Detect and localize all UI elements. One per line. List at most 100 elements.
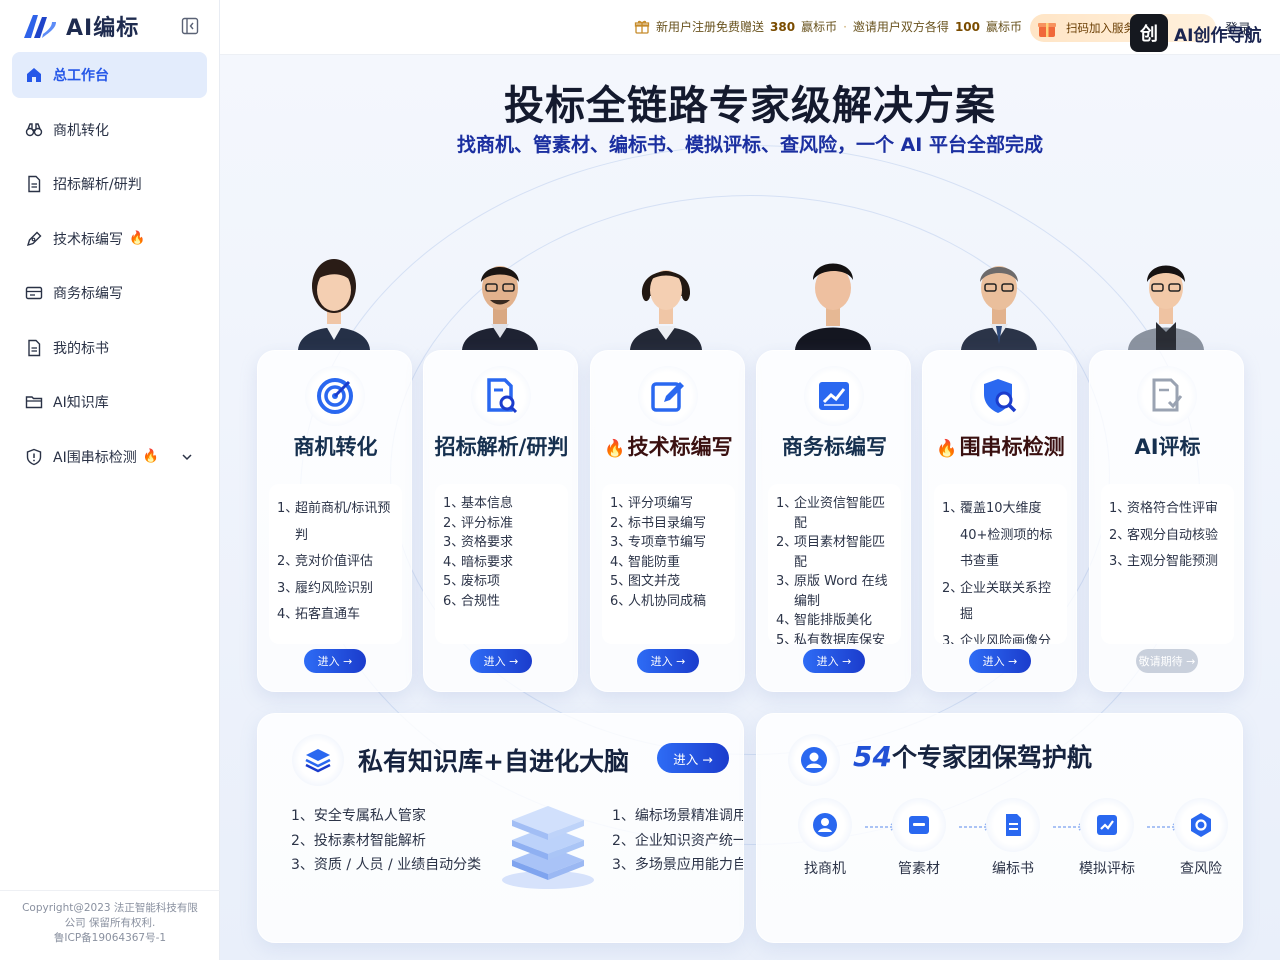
expert-team-title: 54个专家团保驾护航 [853, 740, 1092, 773]
brand[interactable]: AI编标 [22, 10, 139, 42]
sidebar-item-label: 招标解析/研判 [53, 177, 142, 193]
copyright: Copyright@2023 法正智能科技有限 公司 保留所有权利. 鲁ICP备… [0, 890, 220, 946]
ai-nav-overlay[interactable]: 创 AI创作导航 [1130, 14, 1261, 52]
feature-card-collusion-detection[interactable]: 🔥围串标检测 1、 覆盖10大维度40+检测项的标书查重 2、 企业关联关系控掘 3… [922, 350, 1077, 692]
feature-card-tender-analysis[interactable]: 招标解析/研判 1、 基本信息 2、 评分标准 3、 资格要求 4、 暗标要求 5、 废标… [423, 350, 578, 692]
card-feature-list: 1、 超前商机/标讯预判 2、 竞对价值评估 3、 履约风险识别 4、 拓客直通车 [269, 484, 402, 644]
brand-name: AI编标 [66, 16, 140, 41]
card-feature-list: 1、 基本信息 2、 评分标准 3、 资格要求 4、 暗标要求 5、 废标项 6、 合规性 [435, 484, 568, 644]
knowledge-right-list: 1、编标场景精准调用 2、企业知识资产统一 3、多场景应用能力自 [612, 808, 744, 873]
sidebar: AI编标 总工作台 商机转化 招标解析/研判 技术标编写 🔥 商务标编写 我的标… [0, 0, 220, 960]
doc-search-icon [471, 366, 531, 426]
card-enter-button[interactable]: 进入 → [304, 649, 366, 673]
knowledge-base-title: 私有知识库+自进化大脑 [358, 747, 629, 776]
knowledge-left-list: 1、安全专属私人管家 2、投标素材智能解析 3、资质 / 人员 / 业绩自动分类 [291, 808, 482, 873]
mail-icon [25, 286, 43, 300]
feature-card-opportunity[interactable]: 商机转化 1、 超前商机/标讯预判 2、 竞对价值评估 3、 履约风险识别 4、 拓客直… [257, 350, 412, 692]
sidebar-item-opportunity[interactable]: 商机转化 [12, 107, 207, 153]
sidebar-item-knowledge-base[interactable]: AI知识库 [12, 379, 207, 425]
home-icon [27, 68, 41, 82]
step-simulate-evaluation[interactable]: 模拟评标 [1067, 798, 1147, 878]
feature-card-ai-evaluation[interactable]: AI评标 1、 资格符合性评审 2、 客观分自动核验 3、 主观分智能预测 敬请期待 … [1089, 350, 1244, 692]
sidebar-item-label: AI知识库 [53, 395, 109, 411]
expert-avatar [610, 240, 722, 350]
binoculars-icon [25, 122, 43, 136]
ai-nav-logo-icon: 创 [1130, 14, 1168, 52]
sidebar-item-tender-analysis[interactable]: 招标解析/研判 [12, 161, 207, 207]
card-enter-button[interactable]: 进入 → [803, 649, 865, 673]
card-enter-button[interactable]: 进入 → [969, 649, 1031, 673]
sidebar-item-business-bid[interactable]: 商务标编写 [12, 270, 207, 316]
sidebar-item-label: AI围串标检测 [53, 449, 137, 466]
folder-icon [25, 396, 43, 409]
card-feature-list: 1、 评分项编写 2、 标书目录编写 3、 专项章节编写 4、 智能防重 5、 图文并茂 … [602, 484, 735, 644]
card-title: 🔥围串标检测 [936, 435, 1065, 459]
document-icon [28, 175, 41, 193]
card-title: 商机转化 [293, 435, 378, 459]
doc-check-icon [1137, 366, 1197, 426]
card-title: AI评标 [1134, 435, 1201, 459]
database-stack-illustration [502, 806, 594, 889]
card-title: 🔥技术标编写 [604, 435, 733, 459]
sidebar-collapse-icon[interactable] [181, 17, 199, 35]
hot-flame-icon: 🔥 [936, 439, 958, 459]
pen-icon [26, 231, 42, 246]
sidebar-item-technical-bid[interactable]: 技术标编写 🔥 [12, 216, 207, 262]
layers-icon [292, 734, 344, 786]
sidebar-item-my-bids[interactable]: 我的标书 [12, 325, 207, 371]
main-content: 投标全链路专家级解决方案 找商机、管素材、编标书、模拟评标、查风险，一个 AI … [220, 55, 1280, 960]
sidebar-item-dashboard[interactable]: 总工作台 [12, 52, 207, 98]
chevron-down-icon[interactable] [181, 451, 193, 463]
knowledge-base-enter-button[interactable]: 进入 → [657, 743, 729, 773]
step-write-bid[interactable]: 编标书 [973, 798, 1053, 878]
hot-flame-icon: 🔥 [604, 439, 626, 459]
gift-box-icon [1038, 23, 1056, 37]
shield-icon [26, 448, 42, 465]
sidebar-item-label: 商务标编写 [53, 286, 123, 302]
step-check-risk[interactable]: 查风险 [1161, 798, 1241, 878]
sidebar-item-label: 总工作台 [53, 68, 109, 84]
hexagon-shield-icon [1174, 798, 1228, 852]
hero-subtitle: 找商机、管素材、编标书、模拟评标、查风险，一个 AI 平台全部完成 [456, 134, 1043, 156]
document-icon [986, 798, 1040, 852]
gift-icon [634, 20, 650, 34]
card-feature-list: 1、 企业资信智能匹配 2、 项目素材智能匹配 3、 原版 Word 在线编制 4、智… [768, 484, 901, 644]
feature-card-technical-bid[interactable]: 🔥技术标编写 1、 评分项编写 2、 标书目录编写 3、 专项章节编写 4、 智能防重 … [590, 350, 745, 692]
feature-card-business-bid[interactable]: 商务标编写 1、 企业资信智能匹配 2、 项目素材智能匹配 3、 原版 Word 在线… [756, 350, 911, 692]
knowledge-base-panel: 私有知识库+自进化大脑 进入 → 1、安全专属私人管家 2、投标素材智能解析 3… [257, 713, 744, 943]
expert-team-panel: 54个专家团保驾护航 找商机 管素材 编标书 模拟评标 查风险 [756, 713, 1243, 943]
inbox-icon [892, 798, 946, 852]
card-title: 商务标编写 [782, 435, 887, 459]
sidebar-item-collusion-detection[interactable]: AI围串标检测 🔥 [12, 434, 207, 480]
card-title: 招标解析/研判 [434, 435, 569, 459]
expert-avatar [444, 240, 556, 350]
service-steps: 找商机 管素材 编标书 模拟评标 查风险 [785, 798, 1235, 888]
user-icon [788, 734, 840, 786]
sidebar-item-label: 我的标书 [53, 340, 109, 357]
target-icon [305, 366, 365, 426]
chart-icon [804, 366, 864, 426]
step-find-opportunity[interactable]: 找商机 [785, 798, 865, 878]
document-icon [28, 339, 41, 356]
card-feature-list: 1、 资格符合性评审 2、 客观分自动核验 3、 主观分智能预测 [1101, 484, 1234, 644]
hero-title: 投标全链路专家级解决方案 [504, 83, 996, 129]
coming-soon-button: 敬请期待 → [1136, 649, 1198, 673]
card-enter-button[interactable]: 进入 → [470, 649, 532, 673]
expert-avatar [278, 240, 390, 350]
edit-icon [638, 366, 698, 426]
card-feature-list: 1、 覆盖10大维度40+检测项的标书查重 2、 企业关联关系控掘 3、 企业风险画像… [934, 484, 1067, 644]
brand-logo-icon [24, 15, 56, 38]
chart-icon [1080, 798, 1134, 852]
shield-search-icon [970, 366, 1030, 426]
user-search-icon [798, 798, 852, 852]
expert-avatar [943, 240, 1055, 350]
promo-banner: 新用户注册免费赠送 380 赢标币 · 邀请用户双方各得 100 赢标币 [634, 18, 1022, 35]
expert-avatar [1110, 240, 1222, 350]
hot-flame-icon: 🔥 [142, 449, 159, 464]
sidebar-item-label: 商机转化 [53, 122, 109, 139]
step-manage-materials[interactable]: 管素材 [879, 798, 959, 878]
sidebar-nav: 总工作台 商机转化 招标解析/研判 技术标编写 🔥 商务标编写 我的标书 AI知… [12, 52, 207, 488]
card-enter-button[interactable]: 进入 → [637, 649, 699, 673]
expert-avatar [777, 240, 889, 350]
sidebar-item-label: 技术标编写 [53, 231, 123, 248]
